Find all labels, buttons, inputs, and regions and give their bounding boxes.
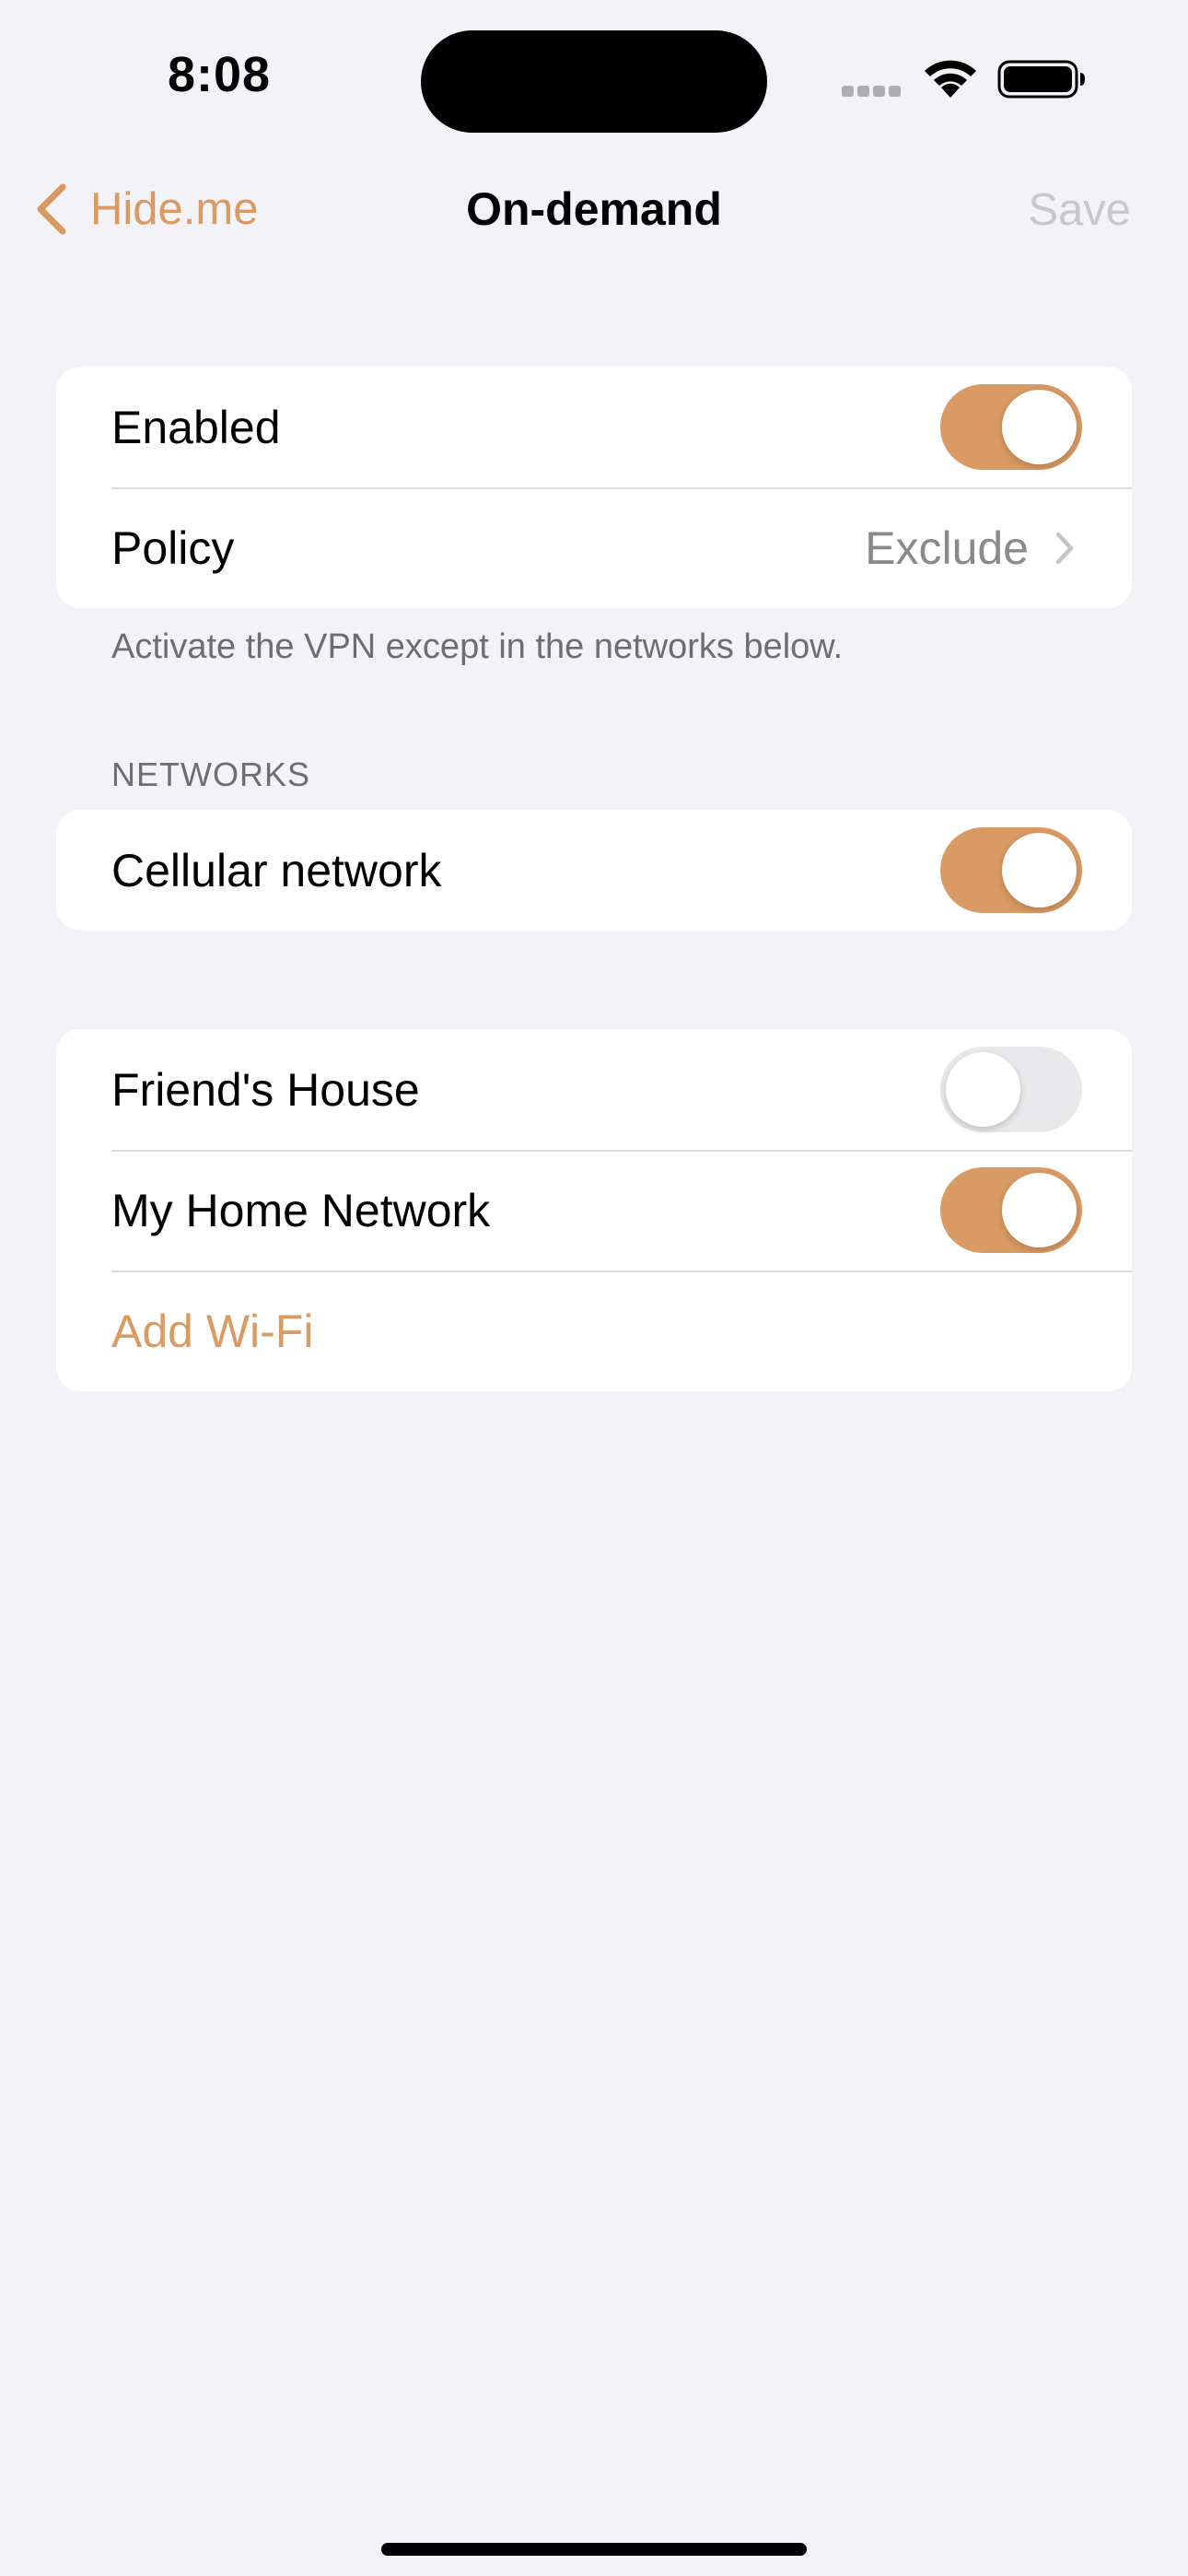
cellular-label: Cellular network	[111, 844, 442, 896]
cellular-signal-icon	[842, 85, 904, 97]
enabled-toggle[interactable]	[940, 384, 1082, 470]
save-button[interactable]: Save	[1028, 184, 1131, 236]
home-indicator[interactable]	[381, 2543, 807, 2556]
toggle-knob	[1002, 1173, 1077, 1247]
wifi-network-row: My Home Network	[56, 1150, 1132, 1270]
on-demand-settings-group: Enabled Policy Exclude	[56, 367, 1132, 608]
friends-house-toggle[interactable]	[940, 1047, 1082, 1132]
wifi-network-row: Friend's House	[56, 1029, 1132, 1150]
enabled-label: Enabled	[111, 401, 281, 453]
policy-row[interactable]: Policy Exclude	[56, 487, 1132, 608]
toggle-knob	[1002, 390, 1077, 464]
my-home-network-toggle[interactable]	[940, 1167, 1082, 1253]
toggle-knob	[1002, 833, 1077, 907]
add-wifi-button[interactable]: Add Wi-Fi	[111, 1305, 313, 1358]
battery-icon	[997, 60, 1085, 99]
enabled-row: Enabled	[56, 367, 1132, 487]
status-time: 8:08	[168, 47, 272, 102]
wifi-network-label: My Home Network	[111, 1184, 491, 1236]
chevron-right-icon	[1055, 532, 1074, 564]
status-bar: 8:08	[0, 0, 1188, 157]
networks-group: Cellular network	[56, 810, 1132, 931]
navigation-bar: Hide.me On-demand Save	[0, 157, 1188, 263]
policy-value-wrap: Exclude	[865, 487, 1075, 608]
policy-value: Exclude	[865, 521, 1029, 574]
wifi-networks-group: Friend's House My Home Network Add Wi-Fi	[56, 1029, 1132, 1391]
policy-label: Policy	[111, 521, 235, 574]
wifi-icon	[925, 60, 976, 98]
page-title: On-demand	[466, 183, 722, 235]
cellular-toggle[interactable]	[940, 827, 1082, 913]
toggle-knob	[946, 1052, 1020, 1127]
cellular-row: Cellular network	[56, 810, 1132, 931]
wifi-network-label: Friend's House	[111, 1063, 420, 1116]
networks-section-header: NETWORKS	[111, 755, 311, 793]
policy-footer: Activate the VPN except in the networks …	[111, 627, 844, 666]
dynamic-island	[421, 30, 767, 133]
add-wifi-row[interactable]: Add Wi-Fi	[56, 1270, 1132, 1391]
